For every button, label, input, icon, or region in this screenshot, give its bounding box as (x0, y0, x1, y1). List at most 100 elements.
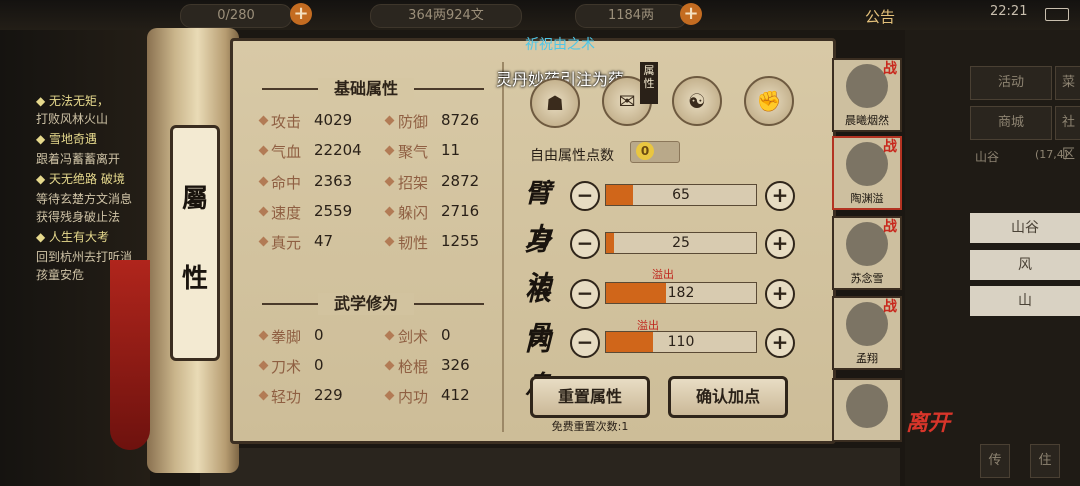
leave-button[interactable]: 离开 (906, 405, 950, 437)
location-coords: (17,4) (1035, 148, 1069, 161)
decrease-button[interactable]: − (570, 328, 600, 358)
stat-value: 2716 (441, 202, 480, 220)
battle-tag: 战 (883, 61, 897, 77)
stat-label: 速度 (271, 204, 302, 222)
battle-tag: 战 (883, 219, 897, 235)
stat-value: 0 (314, 356, 324, 374)
location-list-item[interactable]: 风 (970, 250, 1080, 280)
attribute-value: 25 (672, 235, 690, 251)
attribute-name: 身法 (525, 227, 552, 301)
menu-button[interactable]: 菜单 (1055, 66, 1080, 122)
top-status-bar: 0/280 + 364两924文 1184两 + 公告 22:21 (0, 0, 1080, 30)
panel-title: 祈祝由之术 (525, 37, 595, 53)
stat-label: 枪棍 (398, 358, 429, 376)
panel-divider (502, 62, 504, 432)
community-button[interactable]: 社区 (1055, 106, 1080, 162)
battery-icon (1045, 8, 1069, 21)
attribute-name: 内息 (525, 327, 552, 401)
confirm-points-button[interactable]: 确认加点 (668, 376, 788, 418)
reset-attributes-button[interactable]: 重置属性 (530, 376, 650, 418)
hat-skill-icon[interactable]: ☗ (530, 78, 580, 128)
stamina-value: 0/280 (217, 8, 255, 23)
decrease-button[interactable]: − (570, 181, 600, 211)
stat-label: 招架 (398, 174, 429, 192)
label-char: 性 (181, 264, 208, 294)
stat-label: 内功 (398, 388, 429, 406)
free-reset-count: 免费重置次数:1 (551, 420, 629, 433)
quest-title[interactable]: ◆ 人生有大考 (36, 228, 109, 245)
add-gold-button[interactable]: + (680, 3, 702, 25)
attribute-name: 臂力 (525, 179, 552, 253)
stat-value: 22204 (314, 141, 362, 159)
quest-title[interactable]: ◆ 天无绝路 破境 (36, 170, 125, 187)
increase-button[interactable]: + (765, 229, 795, 259)
stat-value: 326 (441, 356, 470, 374)
stat-value: 47 (314, 232, 334, 250)
character-portrait[interactable] (832, 378, 902, 442)
decrease-button[interactable]: − (570, 279, 600, 309)
stat-label: 聚气 (398, 143, 429, 161)
stat-value: 11 (441, 141, 461, 159)
quest-desc: 打败风林火山 (36, 112, 109, 126)
increase-button[interactable]: + (765, 328, 795, 358)
character-name: 苏念雪 (850, 272, 884, 285)
attribute-value: 110 (667, 334, 695, 350)
attribute-bar: 182 (605, 282, 757, 304)
attribute-bar: 110 (605, 331, 757, 353)
stat-label: 防御 (398, 113, 429, 131)
free-points-label: 自由属性点数 (530, 148, 614, 164)
quest-desc: 跟着冯蓄蓄离开 (36, 152, 121, 166)
stat-label: 轻功 (271, 388, 302, 406)
attribute-tab-tag[interactable]: 属性 (640, 62, 658, 104)
overflow-label: 溢出 (652, 268, 674, 281)
stat-value: 1255 (441, 232, 480, 250)
stat-label: 刀术 (271, 358, 302, 376)
quest-title[interactable]: ◆ 雪地奇遇 (36, 130, 97, 147)
stat-label: 气血 (271, 143, 302, 161)
attribute-value: 182 (667, 285, 695, 301)
battle-tag: 战 (883, 299, 897, 315)
bottom-right-button[interactable]: 住 (1030, 444, 1060, 478)
quest-desc: 等待玄楚方文消息 (36, 192, 133, 206)
gold-display: 1184两 (575, 4, 687, 28)
tassel-decoration (110, 260, 150, 450)
attribute-name: 根骨 (525, 277, 552, 351)
avatar (846, 384, 888, 428)
quest-title[interactable]: ◆ 无法无矩， (36, 92, 109, 109)
stat-value: 4029 (314, 111, 353, 129)
add-stamina-button[interactable]: + (290, 3, 312, 25)
character-name: 晨曦烟然 (845, 114, 889, 127)
bottom-right-button[interactable]: 传 (980, 444, 1010, 478)
basic-attributes-heading: 基础属性 (318, 78, 414, 100)
battle-tag: 战 (883, 139, 897, 155)
character-name: 孟翔 (856, 352, 878, 365)
free-points-value: 0 (636, 142, 654, 160)
increase-button[interactable]: + (765, 181, 795, 211)
location-name: 山谷 (975, 150, 1000, 164)
stat-label: 攻击 (271, 113, 302, 131)
avatar (846, 302, 888, 346)
character-name: 陶渊溢 (850, 192, 884, 205)
stat-value: 8726 (441, 111, 480, 129)
decrease-button[interactable]: − (570, 229, 600, 259)
yinyang-skill-icon[interactable]: ☯ (672, 76, 722, 126)
attributes-tab-label[interactable]: 屬 性 (170, 125, 220, 361)
mall-button[interactable]: 商城 (970, 106, 1052, 140)
location-list-item[interactable]: 山 (970, 286, 1080, 316)
money-display: 364两924文 (370, 4, 522, 28)
avatar (846, 222, 888, 266)
avatar (846, 64, 888, 108)
location-list-item[interactable]: 山谷 (970, 213, 1080, 243)
muscle-skill-icon[interactable]: ✊ (744, 76, 794, 126)
stat-label: 拳脚 (271, 328, 302, 346)
quest-desc: 获得残身破止法 (36, 210, 121, 224)
stat-value: 2872 (441, 172, 480, 190)
label-char: 屬 (181, 184, 208, 214)
stat-value: 412 (441, 386, 470, 404)
clock: 22:21 (990, 4, 1028, 19)
increase-button[interactable]: + (765, 279, 795, 309)
announcement-button[interactable]: 公告 (865, 6, 895, 27)
attribute-bar: 25 (605, 232, 757, 254)
activity-button[interactable]: 活动 (970, 66, 1052, 100)
stamina-display: 0/280 (180, 4, 292, 28)
